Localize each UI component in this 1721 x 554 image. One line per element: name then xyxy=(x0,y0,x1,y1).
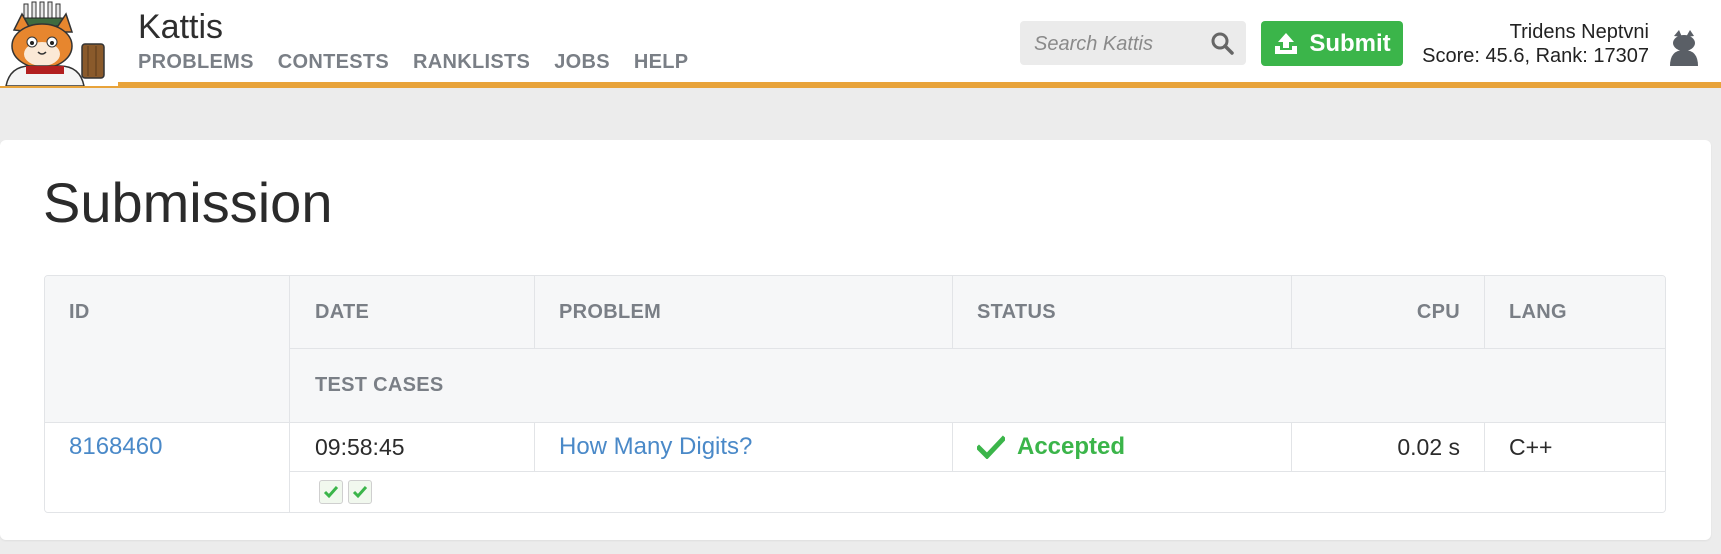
submission-id-link[interactable]: 8168460 xyxy=(69,433,162,461)
problem-link[interactable]: How Many Digits? xyxy=(559,433,752,461)
divider xyxy=(952,423,953,472)
col-header-date: DATE xyxy=(290,276,534,348)
top-navbar: Kattis PROBLEMS CONTESTS RANKLISTS JOBS … xyxy=(0,0,1721,88)
divider xyxy=(1484,276,1485,349)
divider xyxy=(1291,276,1292,349)
nav-jobs[interactable]: JOBS xyxy=(554,51,610,74)
checkmark-icon xyxy=(977,435,1005,459)
col-header-test-cases: TEST CASES xyxy=(290,349,1665,422)
cell-id-span xyxy=(45,472,289,512)
divider xyxy=(290,471,1665,472)
divider xyxy=(1484,423,1485,472)
test-case-passed-icon[interactable] xyxy=(319,480,343,504)
cell-lang: C++ xyxy=(1485,423,1665,471)
submission-card: Submission ID DATE PROBLEM STATUS CPU LA… xyxy=(0,140,1711,540)
divider xyxy=(534,423,535,472)
cell-status: Accepted xyxy=(953,423,1291,471)
nav-problems[interactable]: PROBLEMS xyxy=(138,51,254,74)
cell-id: 8168460 xyxy=(45,423,289,471)
col-header-id: ID xyxy=(45,276,289,348)
col-header-cpu: CPU xyxy=(1292,276,1484,348)
col-header-status: STATUS xyxy=(953,276,1291,348)
nav-help[interactable]: HELP xyxy=(634,51,689,74)
divider xyxy=(952,276,953,349)
divider xyxy=(290,348,1665,349)
cell-date: 09:58:45 xyxy=(290,423,534,471)
col-header-problem: PROBLEM xyxy=(535,276,952,348)
submit-label: Submit xyxy=(1309,29,1391,57)
test-cases-cell xyxy=(290,472,1665,512)
cell-problem: How Many Digits? xyxy=(535,423,952,471)
page-title: Submission xyxy=(43,171,333,234)
brand-name[interactable]: Kattis xyxy=(138,8,223,47)
user-info[interactable]: Tridens Neptvni Score: 45.6, Rank: 17307 xyxy=(1422,20,1649,68)
submit-button[interactable]: Submit xyxy=(1261,21,1403,66)
divider xyxy=(45,422,1665,423)
search-icon[interactable] xyxy=(1210,31,1234,55)
search-input[interactable] xyxy=(1032,21,1206,67)
avatar-icon[interactable] xyxy=(1666,28,1702,68)
submission-table: ID DATE PROBLEM STATUS CPU LANG TEST CAS… xyxy=(44,275,1666,513)
user-name: Tridens Neptvni xyxy=(1509,21,1649,43)
upload-icon xyxy=(1275,32,1298,54)
status-text: Accepted xyxy=(1017,433,1126,460)
divider xyxy=(534,276,535,349)
kattis-logo-icon[interactable] xyxy=(0,0,118,86)
cell-cpu: 0.02 s xyxy=(1292,423,1484,471)
nav-contests[interactable]: CONTESTS xyxy=(278,51,389,74)
divider xyxy=(1291,423,1292,472)
search-box xyxy=(1020,21,1246,67)
user-stats: Score: 45.6, Rank: 17307 xyxy=(1422,45,1649,67)
test-case-passed-icon[interactable] xyxy=(348,480,372,504)
nav-ranklists[interactable]: RANKLISTS xyxy=(413,51,530,74)
divider xyxy=(289,276,290,512)
col-header-lang: LANG xyxy=(1485,276,1665,348)
main-nav: PROBLEMS CONTESTS RANKLISTS JOBS HELP xyxy=(138,51,688,74)
